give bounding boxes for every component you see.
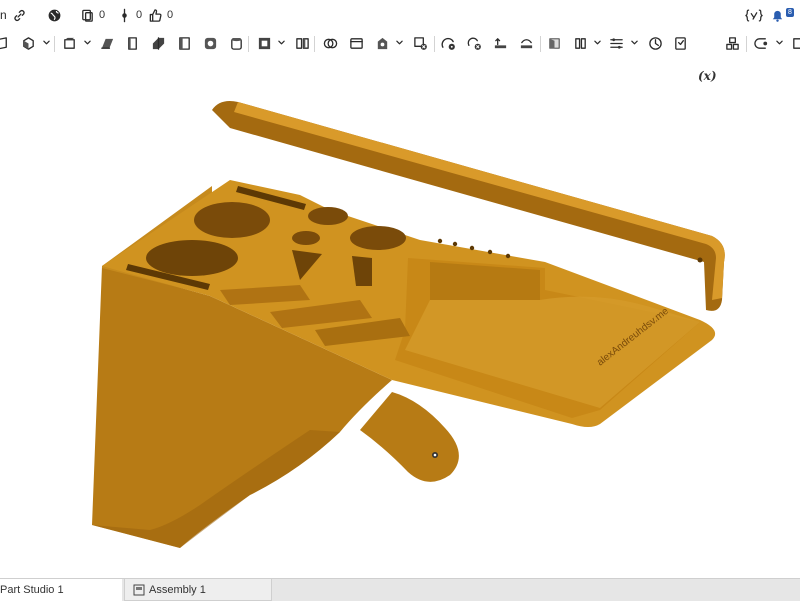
toolbar-divider <box>314 36 315 52</box>
like-button[interactable]: 0 <box>148 7 173 23</box>
sketch-icon[interactable] <box>0 35 10 51</box>
chevron-down-icon[interactable] <box>84 40 91 45</box>
tab-part-studio[interactable]: Part Studio 1 <box>0 579 122 601</box>
branch-count: 0 <box>136 9 143 21</box>
fillet-icon[interactable] <box>202 35 218 51</box>
chevron-down-icon[interactable] <box>278 40 285 45</box>
branch-button[interactable]: 0 <box>117 7 142 23</box>
delete-part-icon[interactable] <box>412 35 428 51</box>
move-face-icon[interactable] <box>466 35 482 51</box>
toolbar-divider <box>540 36 541 52</box>
toolbar-divider <box>54 36 55 52</box>
shell-icon[interactable] <box>256 35 272 51</box>
mate-connector-icon[interactable] <box>572 35 588 51</box>
tab-label: Part Studio 1 <box>0 584 64 596</box>
enclose-icon[interactable] <box>176 35 192 51</box>
graphics-viewport[interactable]: alexAndreuhdsv.me <box>0 58 800 578</box>
chevron-down-icon[interactable] <box>396 40 403 45</box>
loft-icon[interactable] <box>124 35 140 51</box>
sweep-icon[interactable] <box>99 35 115 51</box>
pattern-icon[interactable] <box>374 35 390 51</box>
thicken-icon[interactable] <box>150 35 166 51</box>
tab-label: Assembly 1 <box>149 583 206 596</box>
part-model[interactable]: alexAndreuhdsv.me <box>0 58 800 578</box>
fit-spline-icon[interactable] <box>672 35 688 51</box>
offset-surface-icon[interactable] <box>518 35 534 51</box>
variable-table-icon[interactable] <box>745 7 763 23</box>
helix-icon[interactable] <box>608 35 624 51</box>
modify-fillet-icon[interactable] <box>440 35 456 51</box>
toolbar-divider <box>746 36 747 52</box>
revolve-icon[interactable] <box>61 35 77 51</box>
likes-count: 0 <box>167 9 174 21</box>
plane-icon[interactable] <box>546 35 562 51</box>
notification-badge: 8 <box>786 8 794 17</box>
branch-icon <box>122 8 127 22</box>
documents-count: 0 <box>99 9 106 21</box>
title-fragment: n <box>0 8 7 22</box>
replace-face-icon[interactable] <box>492 35 508 51</box>
boolean-icon[interactable] <box>322 35 338 51</box>
configuration-icon[interactable] <box>724 35 740 51</box>
extrude-icon[interactable] <box>20 35 36 51</box>
toolbar-divider <box>248 36 249 52</box>
split-icon[interactable] <box>294 35 310 51</box>
chamfer-icon[interactable] <box>228 35 244 51</box>
chevron-down-icon[interactable] <box>43 40 50 45</box>
more-tools-icon[interactable] <box>790 35 800 51</box>
assembly-icon <box>133 584 145 595</box>
notification-icon[interactable] <box>770 7 785 23</box>
feature-script-icon[interactable] <box>753 35 769 51</box>
tab-assembly[interactable]: Assembly 1 <box>124 579 272 601</box>
copy-doc-icon <box>82 9 93 22</box>
chevron-down-icon[interactable] <box>594 40 601 45</box>
transform-icon[interactable] <box>348 35 364 51</box>
chevron-down-icon[interactable] <box>631 40 638 45</box>
measure-icon[interactable] <box>647 35 663 51</box>
thumbs-up-icon <box>149 8 162 22</box>
top-bar: n 0 0 0 8 <box>0 0 800 30</box>
toolbar-divider <box>434 36 435 52</box>
chevron-down-icon[interactable] <box>776 40 783 45</box>
link-icon[interactable] <box>12 7 27 23</box>
feature-toolbar: (x) <box>0 32 800 83</box>
globe-icon[interactable] <box>47 7 62 23</box>
document-tab-bar: Part Studio 1 Assembly 1 <box>0 578 800 601</box>
documents-button[interactable]: 0 <box>80 7 105 23</box>
